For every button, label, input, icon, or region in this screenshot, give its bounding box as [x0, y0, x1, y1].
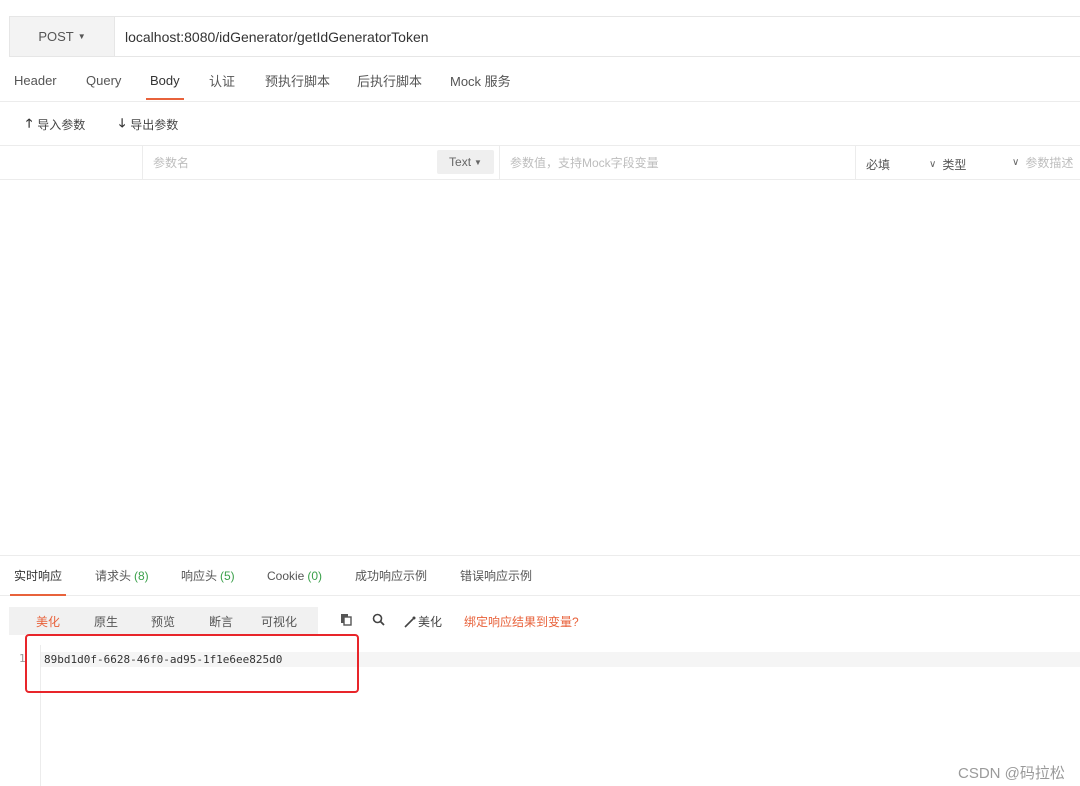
- chevron-down-icon: ∨: [929, 159, 937, 170]
- param-type-label: Text: [449, 155, 472, 169]
- url-input[interactable]: localhost:8080/idGenerator/getIdGenerato…: [125, 17, 429, 56]
- search-icon[interactable]: [372, 613, 385, 626]
- tab-label: 响应头: [181, 569, 218, 583]
- caret-down-icon: ▼: [474, 157, 482, 167]
- divider: [142, 146, 143, 179]
- param-desc-placeholder: 参数描述: [1025, 156, 1074, 170]
- param-type-select[interactable]: Text ▼: [437, 150, 494, 174]
- import-params-label: 导入参数: [37, 118, 86, 132]
- param-row: 参数名 Text ▼ 参数值，支持Mock字段变量 必填 ∨ 类型 ∨ 参数描述: [0, 145, 1080, 180]
- body-toolbar: 🡑 导入参数 🡓 导出参数: [0, 102, 1080, 144]
- tab-auth[interactable]: 认证: [209, 60, 235, 100]
- param-value-input[interactable]: 参数值，支持Mock字段变量: [510, 146, 659, 179]
- type-dropdown-label: 类型: [942, 158, 967, 172]
- view-raw-button[interactable]: 原生: [94, 607, 118, 635]
- divider: [499, 146, 500, 179]
- method-select[interactable]: POST ▼: [10, 17, 115, 56]
- tab-body[interactable]: Body: [146, 60, 184, 100]
- beautify-label: 美化: [418, 615, 443, 629]
- count-badge: (8): [134, 568, 149, 583]
- param-name-input[interactable]: 参数名: [153, 146, 189, 179]
- required-label: 必填: [866, 158, 891, 172]
- request-url-bar: POST ▼ localhost:8080/idGenerator/getIdG…: [9, 16, 1080, 57]
- caret-down-icon: ▼: [77, 32, 86, 41]
- view-preview-button[interactable]: 预览: [151, 607, 175, 635]
- export-params-button[interactable]: 🡓 导出参数: [119, 114, 178, 135]
- count-badge: (0): [307, 568, 323, 583]
- export-params-label: 导出参数: [130, 118, 179, 132]
- response-tabs: 实时响应 请求头 (8) 响应头 (5) Cookie (0) 成功响应示例 错误响应…: [0, 555, 1080, 596]
- divider: [855, 146, 856, 179]
- view-visualize-button[interactable]: 可视化: [261, 607, 297, 635]
- type-dropdown[interactable]: ∨ 类型: [929, 148, 966, 181]
- tab-pre-script[interactable]: 预执行脚本: [265, 60, 330, 100]
- view-mode-bar: 美化 原生 预览 断言 可视化: [9, 607, 318, 635]
- beautify-button[interactable]: 美化: [404, 613, 442, 630]
- copy-icon[interactable]: [340, 613, 353, 626]
- arrow-up-icon: 🡑: [26, 116, 33, 130]
- tab-label: 实时响应: [14, 569, 63, 583]
- tab-success-example[interactable]: 成功响应示例: [355, 556, 427, 595]
- method-label: POST: [38, 29, 74, 44]
- count-badge: (5): [220, 568, 235, 583]
- tab-header[interactable]: Header: [14, 60, 57, 100]
- tab-cookie[interactable]: Cookie (0): [267, 556, 322, 595]
- tab-label: 错误响应示例: [460, 569, 533, 583]
- tab-label: 请求头: [95, 569, 132, 583]
- bind-response-link[interactable]: 绑定响应结果到变量?: [464, 613, 579, 630]
- import-params-button[interactable]: 🡑 导入参数: [26, 114, 85, 135]
- view-assert-button[interactable]: 断言: [209, 607, 233, 635]
- view-pretty-button[interactable]: 美化: [36, 607, 60, 635]
- param-desc-input[interactable]: ∨ 参数描述: [1012, 146, 1073, 179]
- tab-label: Cookie: [267, 568, 305, 583]
- tab-error-example[interactable]: 错误响应示例: [460, 556, 532, 595]
- tab-post-script[interactable]: 后执行脚本: [357, 60, 422, 100]
- tab-label: 成功响应示例: [355, 569, 428, 583]
- watermark: CSDN @码拉松: [958, 765, 1065, 782]
- tab-live-response[interactable]: 实时响应: [9, 556, 67, 596]
- arrow-down-icon: 🡓: [119, 116, 126, 130]
- magic-wand-icon: [404, 616, 416, 628]
- tab-query[interactable]: Query: [86, 60, 121, 100]
- chevron-down-icon: ∨: [1012, 157, 1020, 168]
- request-tabs: Header Query Body 认证 预执行脚本 后执行脚本 Mock 服务: [0, 60, 1080, 102]
- tab-response-headers[interactable]: 响应头 (5): [181, 556, 235, 595]
- tab-mock[interactable]: Mock 服务: [450, 60, 511, 100]
- tab-request-headers[interactable]: 请求头 (8): [95, 556, 149, 595]
- highlight-box: [25, 634, 359, 693]
